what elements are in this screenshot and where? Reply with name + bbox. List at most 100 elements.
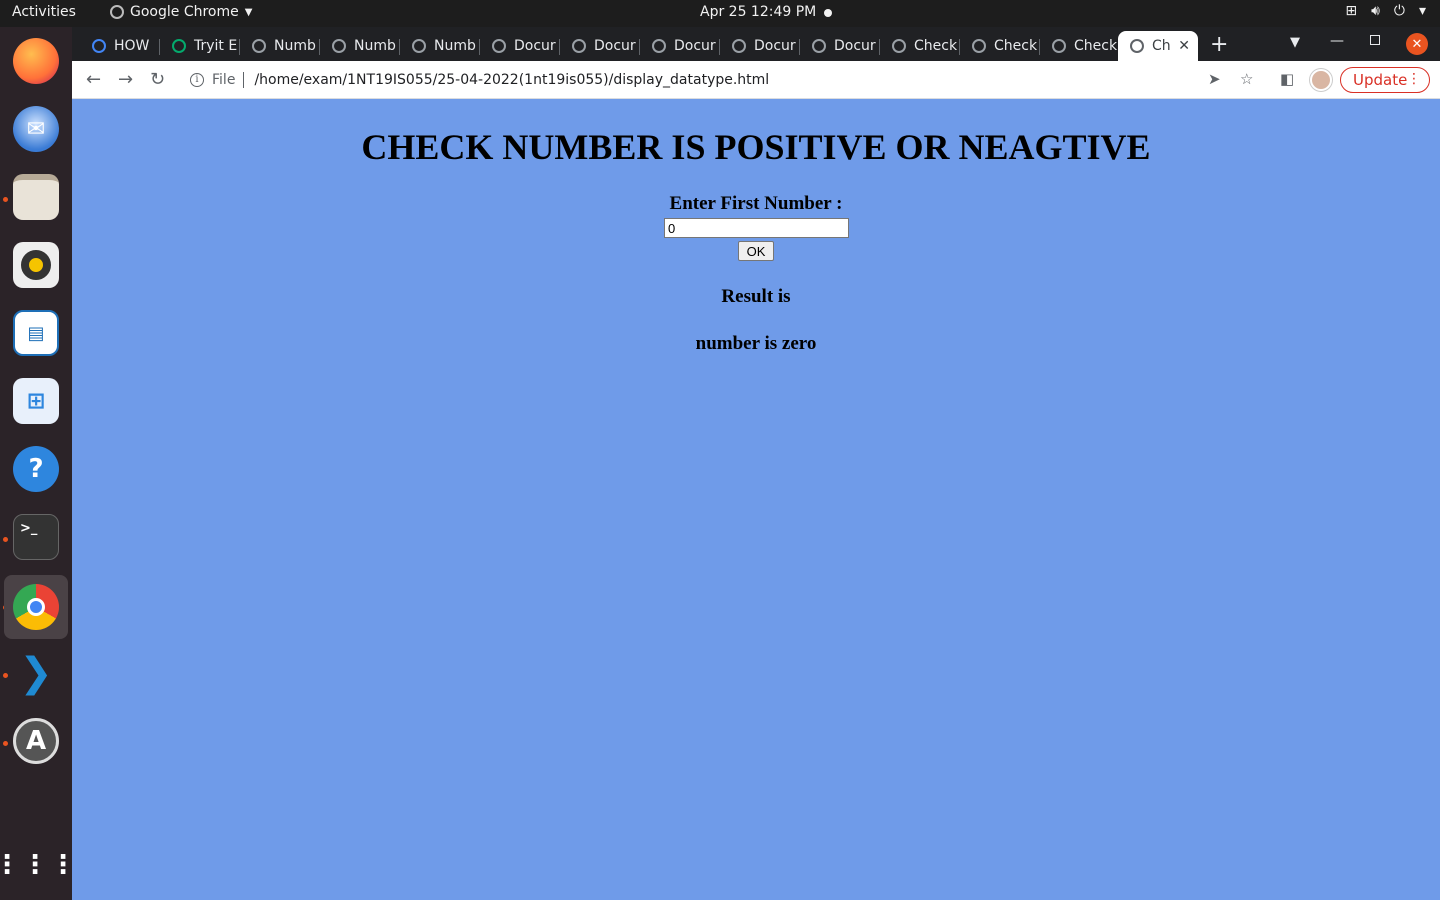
tab[interactable]: Docur	[640, 31, 720, 61]
tab[interactable]: Check	[1040, 31, 1118, 61]
close-tab-icon[interactable]: ✕	[1178, 38, 1190, 54]
page-title: CHECK NUMBER IS POSITIVE OR NEAGTIVE	[361, 127, 1151, 167]
files-icon	[13, 174, 59, 220]
tab[interactable]: Numb	[320, 31, 400, 61]
site-info-icon[interactable]: i	[190, 73, 204, 87]
back-button[interactable]: ←	[86, 69, 101, 90]
tab[interactable]: Docur	[720, 31, 800, 61]
minimize-button[interactable]: —	[1330, 33, 1344, 49]
globe-icon	[1130, 39, 1144, 53]
chrome-app-icon	[110, 5, 124, 19]
globe-icon	[492, 39, 506, 53]
chrome-icon	[13, 584, 59, 630]
w3schools-icon	[172, 39, 186, 53]
vscode-icon: ❯	[19, 650, 53, 696]
network-icon: ⊞	[1345, 3, 1358, 19]
chevron-down-icon: ▾	[1418, 3, 1426, 19]
dock-chrome[interactable]	[4, 575, 68, 639]
activities-button[interactable]: Activities	[12, 4, 76, 20]
tab-label: Check	[914, 38, 958, 54]
running-indicator	[3, 741, 8, 746]
globe-icon	[972, 39, 986, 53]
dock-software[interactable]: ⊞	[10, 375, 62, 427]
dock-software-updater[interactable]: A	[10, 715, 62, 767]
volume-icon: 🔊︎	[1371, 3, 1380, 19]
globe-icon	[1052, 39, 1066, 53]
tab-label: Ch	[1152, 38, 1171, 54]
number-input[interactable]	[664, 218, 849, 238]
tab-active[interactable]: Ch ✕	[1118, 31, 1198, 61]
dock-terminal[interactable]: >_	[10, 511, 62, 563]
running-indicator	[3, 673, 8, 678]
ok-button[interactable]: OK	[738, 241, 774, 261]
tab-label: Docur	[514, 38, 556, 54]
dock-vscode[interactable]: ❯	[10, 647, 62, 699]
dock-firefox[interactable]	[10, 35, 62, 87]
result-heading: Result is	[721, 286, 791, 307]
result-value: number is zero	[695, 333, 817, 354]
system-tray[interactable]: ⊞ 🔊︎ ⏻ ▾	[1345, 3, 1426, 19]
running-indicator	[3, 197, 8, 202]
software-center-icon: ⊞	[13, 378, 59, 424]
side-panel-icon[interactable]: ◧	[1280, 70, 1294, 88]
send-icon[interactable]: ➤	[1208, 70, 1221, 88]
tab[interactable]: Docur	[800, 31, 880, 61]
app-menu-label: Google Chrome	[130, 4, 239, 20]
tab[interactable]: HOW	[80, 31, 160, 61]
tab[interactable]: Docur	[560, 31, 640, 61]
address-bar[interactable]: i File /home/exam/1NT19IS055/25-04-2022(…	[180, 65, 1180, 95]
dock-thunderbird[interactable]: ✉	[10, 103, 62, 155]
tab-label: Numb	[434, 38, 476, 54]
profile-avatar[interactable]	[1310, 69, 1332, 91]
dock-show-applications[interactable]: ⋮⋮⋮	[0, 839, 78, 891]
globe-icon	[572, 39, 586, 53]
globe-icon	[412, 39, 426, 53]
tab[interactable]: Tryit E	[160, 31, 240, 61]
more-options-icon: ⋮	[1407, 71, 1421, 87]
update-button[interactable]: Update ⋮	[1340, 67, 1430, 93]
clock[interactable]: Apr 25 12:49 PM	[700, 4, 816, 20]
tab-strip: HOW Tryit E Numb Numb Numb Docur Docur D…	[72, 27, 1440, 61]
globe-icon	[252, 39, 266, 53]
tab-label: Numb	[354, 38, 396, 54]
updater-icon: A	[13, 718, 59, 764]
tab[interactable]: Docur	[480, 31, 560, 61]
firefox-icon	[13, 38, 59, 84]
dock-help[interactable]: ?	[10, 443, 62, 495]
app-menu[interactable]: Google Chrome ▼	[110, 4, 252, 20]
tab[interactable]: Numb	[400, 31, 480, 61]
tab-label: Docur	[674, 38, 716, 54]
writer-icon: ▤	[13, 310, 59, 356]
rhythmbox-icon	[13, 242, 59, 288]
tab[interactable]: Check	[960, 31, 1040, 61]
tab-label: Tryit E	[194, 38, 238, 54]
thunderbird-icon: ✉	[13, 106, 59, 152]
dock-rhythmbox[interactable]	[10, 239, 62, 291]
address-scheme: File	[212, 72, 236, 88]
dock-writer[interactable]: ▤	[10, 307, 62, 359]
running-indicator	[3, 537, 8, 542]
notification-dot-icon	[824, 9, 832, 17]
new-tab-button[interactable]: +	[1210, 32, 1228, 57]
tab-label: Docur	[594, 38, 636, 54]
restore-button[interactable]	[1370, 35, 1380, 45]
browser-toolbar: ← → ↻ i File /home/exam/1NT19IS055/25-04…	[72, 61, 1440, 99]
globe-icon	[652, 39, 666, 53]
bookmark-star-icon[interactable]: ☆	[1240, 70, 1253, 88]
reload-button[interactable]: ↻	[150, 69, 165, 90]
forward-button[interactable]: →	[118, 69, 133, 90]
tab[interactable]: Check	[880, 31, 960, 61]
globe-icon	[892, 39, 906, 53]
app-grid-icon: ⋮⋮⋮	[0, 850, 78, 880]
window-close-button[interactable]: ✕	[1406, 33, 1428, 55]
tab-search-chevron-icon[interactable]: ▼	[1290, 35, 1300, 50]
tab[interactable]: Numb	[240, 31, 320, 61]
terminal-icon: >_	[13, 514, 59, 560]
tab-label: Docur	[834, 38, 876, 54]
tab-label: Check	[1074, 38, 1118, 54]
system-top-bar: Activities Google Chrome ▼ Apr 25 12:49 …	[0, 0, 1440, 27]
tab-label: Docur	[754, 38, 796, 54]
address-url[interactable]: /home/exam/1NT19IS055/25-04-2022(1nt19is…	[254, 72, 769, 88]
globe-icon	[332, 39, 346, 53]
dock-files[interactable]	[10, 171, 62, 223]
